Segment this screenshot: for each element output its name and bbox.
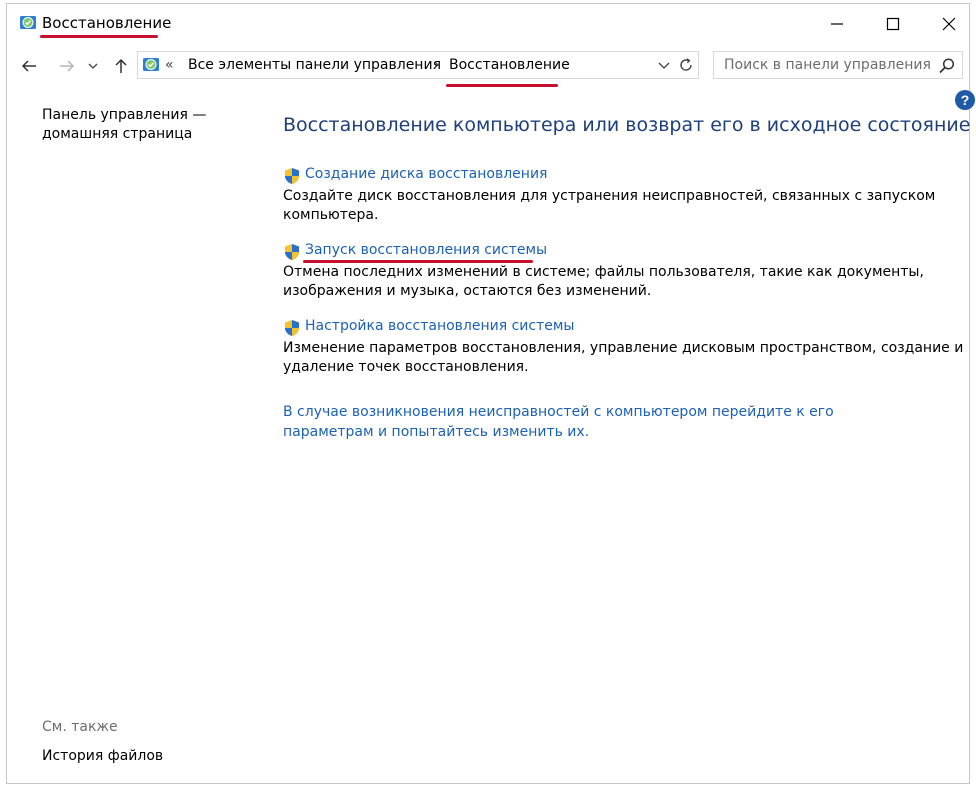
back-button[interactable] xyxy=(17,54,41,78)
navigation-bar: « Все элементы панели управления › Восст… xyxy=(7,48,969,87)
annotation-underline-title xyxy=(40,35,158,38)
search-icon[interactable] xyxy=(938,57,956,75)
address-dropdown-button[interactable] xyxy=(654,54,674,76)
breadcrumb-parent[interactable]: Все элементы панели управления xyxy=(188,57,441,73)
minimize-icon xyxy=(831,23,843,25)
troubleshoot-settings-link[interactable]: В случае возникновения неисправностей с … xyxy=(283,402,923,442)
arrow-right-icon xyxy=(60,60,75,72)
arrow-up-icon xyxy=(115,58,127,73)
maximize-button[interactable] xyxy=(871,10,915,38)
breadcrumb-overflow[interactable]: « xyxy=(165,57,174,73)
address-bar[interactable]: « Все элементы панели управления › Восст… xyxy=(137,51,699,79)
open-system-restore-description: Отмена последних изменений в системе; фа… xyxy=(283,264,924,299)
uac-shield-icon xyxy=(285,320,299,336)
search-box[interactable]: Поиск в панели управления xyxy=(713,51,963,79)
recovery-window: Восстановление « Все элементы панели упр… xyxy=(6,3,975,784)
recovery-icon xyxy=(20,16,36,29)
file-history-link[interactable]: История файлов xyxy=(42,748,163,764)
refresh-icon xyxy=(680,58,692,71)
breadcrumb-separator[interactable]: › xyxy=(434,57,440,73)
page-title: Восстановление компьютера или возврат ег… xyxy=(283,114,971,136)
control-panel-icon xyxy=(143,58,159,71)
annotation-underline-system-restore xyxy=(303,260,533,263)
configure-system-restore-description: Изменение параметров восстановления, упр… xyxy=(283,340,964,375)
create-recovery-drive-link[interactable]: Создание диска восстановления xyxy=(305,166,547,182)
control-panel-home-link[interactable]: Панель управления — домашняя страница xyxy=(42,106,242,144)
task-create-recovery-drive: Создание диска восстановления Создайте д… xyxy=(283,166,973,225)
uac-shield-icon xyxy=(285,244,299,260)
forward-button[interactable] xyxy=(55,54,79,78)
configure-system-restore-link[interactable]: Настройка восстановления системы xyxy=(305,318,574,334)
chevron-down-icon xyxy=(658,62,670,69)
help-icon[interactable]: ? xyxy=(955,90,975,110)
uac-shield-icon xyxy=(285,168,299,184)
chevron-down-icon xyxy=(88,63,98,69)
window-title: Восстановление xyxy=(42,14,172,32)
breadcrumb-current[interactable]: Восстановление xyxy=(449,57,570,73)
open-system-restore-link[interactable]: Запуск восстановления системы xyxy=(305,242,547,258)
see-also-label: См. также xyxy=(42,719,118,735)
maximize-icon xyxy=(886,17,900,31)
task-configure-system-restore: Настройка восстановления системы Изменен… xyxy=(283,318,973,377)
close-icon xyxy=(942,17,956,31)
close-button[interactable] xyxy=(927,10,971,38)
recent-locations-button[interactable] xyxy=(85,54,101,78)
minimize-button[interactable] xyxy=(815,10,859,38)
create-recovery-drive-description: Создайте диск восстановления для устране… xyxy=(283,188,936,223)
up-button[interactable] xyxy=(109,54,133,78)
search-input[interactable]: Поиск в панели управления xyxy=(724,57,931,73)
title-bar[interactable]: Восстановление xyxy=(7,4,969,42)
task-open-system-restore: Запуск восстановления системы Отмена пос… xyxy=(283,242,973,301)
annotation-underline-breadcrumb xyxy=(446,84,558,87)
arrow-left-icon xyxy=(21,60,36,72)
refresh-button[interactable] xyxy=(673,51,699,79)
